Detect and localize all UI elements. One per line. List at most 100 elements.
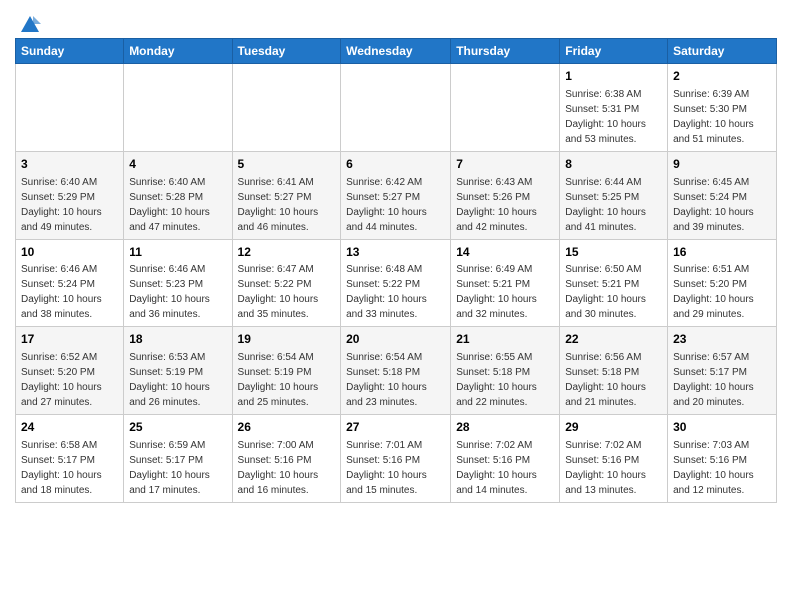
day-info: Sunrise: 6:57 AM Sunset: 5:17 PM Dayligh… bbox=[673, 352, 754, 408]
calendar-cell: 18Sunrise: 6:53 AM Sunset: 5:19 PM Dayli… bbox=[124, 327, 232, 415]
weekday-header-row: SundayMondayTuesdayWednesdayThursdayFrid… bbox=[16, 39, 777, 64]
weekday-header-thursday: Thursday bbox=[451, 39, 560, 64]
calendar-cell: 20 Sunrise: 6:54 AM Sunset: 5:18 PM Dayli… bbox=[341, 327, 451, 415]
day-number: 3 bbox=[21, 156, 118, 173]
day-info: Sunrise: 6:50 AM Sunset: 5:21 PM Dayligh… bbox=[565, 264, 646, 320]
calendar-cell: 1 Sunrise: 6:38 AM Sunset: 5:31 PM Daylig… bbox=[560, 64, 668, 152]
day-info: Sunrise: 6:46 AM Sunset: 5:23 PM Dayligh… bbox=[129, 264, 210, 320]
calendar-cell: 13 Sunrise: 6:48 AM Sunset: 5:22 PM Dayli… bbox=[341, 239, 451, 327]
day-number: 21 bbox=[456, 331, 554, 348]
header-row bbox=[15, 10, 777, 32]
day-info: Sunrise: 6:52 AM Sunset: 5:20 PM Dayligh… bbox=[21, 352, 102, 408]
calendar-cell: 30 Sunrise: 7:03 AM Sunset: 5:16 PM Dayli… bbox=[668, 415, 777, 503]
calendar-cell: 11Sunrise: 6:46 AM Sunset: 5:23 PM Dayli… bbox=[124, 239, 232, 327]
calendar-cell: 14 Sunrise: 6:49 AM Sunset: 5:21 PM Dayli… bbox=[451, 239, 560, 327]
calendar-cell bbox=[16, 64, 124, 152]
day-info: Sunrise: 6:54 AM Sunset: 5:18 PM Dayligh… bbox=[346, 352, 427, 408]
calendar-cell: 23 Sunrise: 6:57 AM Sunset: 5:17 PM Dayli… bbox=[668, 327, 777, 415]
calendar-cell: 16 Sunrise: 6:51 AM Sunset: 5:20 PM Dayli… bbox=[668, 239, 777, 327]
day-info: Sunrise: 7:02 AM Sunset: 5:16 PM Dayligh… bbox=[565, 440, 646, 496]
day-number: 10 bbox=[21, 244, 118, 261]
weekday-header-tuesday: Tuesday bbox=[232, 39, 341, 64]
day-number: 2 bbox=[673, 68, 771, 85]
day-info: Sunrise: 6:48 AM Sunset: 5:22 PM Dayligh… bbox=[346, 264, 427, 320]
day-number: 16 bbox=[673, 244, 771, 261]
calendar-cell: 19 Sunrise: 6:54 AM Sunset: 5:19 PM Dayli… bbox=[232, 327, 341, 415]
day-info: Sunrise: 6:51 AM Sunset: 5:20 PM Dayligh… bbox=[673, 264, 754, 320]
day-number: 30 bbox=[673, 419, 771, 436]
day-number: 6 bbox=[346, 156, 445, 173]
weekday-header-sunday: Sunday bbox=[16, 39, 124, 64]
calendar-cell: 29 Sunrise: 7:02 AM Sunset: 5:16 PM Dayli… bbox=[560, 415, 668, 503]
calendar-cell: 2 Sunrise: 6:39 AM Sunset: 5:30 PM Daylig… bbox=[668, 64, 777, 152]
day-number: 4 bbox=[129, 156, 226, 173]
calendar-cell: 5Sunrise: 6:41 AM Sunset: 5:27 PM Daylig… bbox=[232, 151, 341, 239]
logo-icon bbox=[19, 14, 41, 36]
day-number: 27 bbox=[346, 419, 445, 436]
day-number: 29 bbox=[565, 419, 662, 436]
day-number: 28 bbox=[456, 419, 554, 436]
day-number: 13 bbox=[346, 244, 445, 261]
day-info: Sunrise: 6:44 AM Sunset: 5:25 PM Dayligh… bbox=[565, 177, 646, 233]
day-info: Sunrise: 7:00 AM Sunset: 5:16 PM Dayligh… bbox=[238, 440, 319, 496]
week-row-5: 24 Sunrise: 6:58 AM Sunset: 5:17 PM Dayli… bbox=[16, 415, 777, 503]
day-info: Sunrise: 7:01 AM Sunset: 5:16 PM Dayligh… bbox=[346, 440, 427, 496]
day-info: Sunrise: 6:49 AM Sunset: 5:21 PM Dayligh… bbox=[456, 264, 537, 320]
calendar-cell: 21 Sunrise: 6:55 AM Sunset: 5:18 PM Dayli… bbox=[451, 327, 560, 415]
day-info: Sunrise: 7:02 AM Sunset: 5:16 PM Dayligh… bbox=[456, 440, 537, 496]
day-number: 23 bbox=[673, 331, 771, 348]
day-info: Sunrise: 6:55 AM Sunset: 5:18 PM Dayligh… bbox=[456, 352, 537, 408]
day-number: 15 bbox=[565, 244, 662, 261]
calendar-cell: 24 Sunrise: 6:58 AM Sunset: 5:17 PM Dayli… bbox=[16, 415, 124, 503]
calendar-cell: 28 Sunrise: 7:02 AM Sunset: 5:16 PM Dayli… bbox=[451, 415, 560, 503]
calendar-cell bbox=[341, 64, 451, 152]
weekday-header-wednesday: Wednesday bbox=[341, 39, 451, 64]
day-info: Sunrise: 6:53 AM Sunset: 5:19 PM Dayligh… bbox=[129, 352, 210, 408]
calendar-cell: 15 Sunrise: 6:50 AM Sunset: 5:21 PM Dayli… bbox=[560, 239, 668, 327]
weekday-header-saturday: Saturday bbox=[668, 39, 777, 64]
day-info: Sunrise: 6:47 AM Sunset: 5:22 PM Dayligh… bbox=[238, 264, 319, 320]
day-number: 20 bbox=[346, 331, 445, 348]
day-number: 22 bbox=[565, 331, 662, 348]
calendar-cell bbox=[451, 64, 560, 152]
day-info: Sunrise: 6:38 AM Sunset: 5:31 PM Dayligh… bbox=[565, 89, 646, 145]
weekday-header-friday: Friday bbox=[560, 39, 668, 64]
calendar-cell bbox=[232, 64, 341, 152]
day-info: Sunrise: 6:56 AM Sunset: 5:18 PM Dayligh… bbox=[565, 352, 646, 408]
day-number: 17 bbox=[21, 331, 118, 348]
day-info: Sunrise: 6:58 AM Sunset: 5:17 PM Dayligh… bbox=[21, 440, 102, 496]
day-number: 7 bbox=[456, 156, 554, 173]
logo bbox=[15, 14, 41, 32]
weekday-header-monday: Monday bbox=[124, 39, 232, 64]
day-number: 8 bbox=[565, 156, 662, 173]
day-number: 12 bbox=[238, 244, 336, 261]
day-info: Sunrise: 7:03 AM Sunset: 5:16 PM Dayligh… bbox=[673, 440, 754, 496]
calendar-cell: 9Sunrise: 6:45 AM Sunset: 5:24 PM Daylig… bbox=[668, 151, 777, 239]
calendar-cell: 25 Sunrise: 6:59 AM Sunset: 5:17 PM Dayli… bbox=[124, 415, 232, 503]
week-row-4: 17 Sunrise: 6:52 AM Sunset: 5:20 PM Dayli… bbox=[16, 327, 777, 415]
calendar-cell bbox=[124, 64, 232, 152]
calendar-cell: 4Sunrise: 6:40 AM Sunset: 5:28 PM Daylig… bbox=[124, 151, 232, 239]
calendar-cell: 22 Sunrise: 6:56 AM Sunset: 5:18 PM Dayli… bbox=[560, 327, 668, 415]
day-info: Sunrise: 6:54 AM Sunset: 5:19 PM Dayligh… bbox=[238, 352, 319, 408]
day-number: 1 bbox=[565, 68, 662, 85]
day-number: 25 bbox=[129, 419, 226, 436]
day-info: Sunrise: 6:59 AM Sunset: 5:17 PM Dayligh… bbox=[129, 440, 210, 496]
page-container: SundayMondayTuesdayWednesdayThursdayFrid… bbox=[0, 0, 792, 508]
calendar-cell: 10 Sunrise: 6:46 AM Sunset: 5:24 PM Dayli… bbox=[16, 239, 124, 327]
day-info: Sunrise: 6:40 AM Sunset: 5:29 PM Dayligh… bbox=[21, 177, 102, 233]
day-number: 14 bbox=[456, 244, 554, 261]
day-number: 26 bbox=[238, 419, 336, 436]
day-info: Sunrise: 6:46 AM Sunset: 5:24 PM Dayligh… bbox=[21, 264, 102, 320]
calendar-cell: 8 Sunrise: 6:44 AM Sunset: 5:25 PM Daylig… bbox=[560, 151, 668, 239]
day-info: Sunrise: 6:39 AM Sunset: 5:30 PM Dayligh… bbox=[673, 89, 754, 145]
day-number: 24 bbox=[21, 419, 118, 436]
week-row-2: 3 Sunrise: 6:40 AM Sunset: 5:29 PM Daylig… bbox=[16, 151, 777, 239]
day-number: 19 bbox=[238, 331, 336, 348]
calendar-cell: 12 Sunrise: 6:47 AM Sunset: 5:22 PM Dayli… bbox=[232, 239, 341, 327]
calendar-cell: 7Sunrise: 6:43 AM Sunset: 5:26 PM Daylig… bbox=[451, 151, 560, 239]
calendar-cell: 6Sunrise: 6:42 AM Sunset: 5:27 PM Daylig… bbox=[341, 151, 451, 239]
day-info: Sunrise: 6:45 AM Sunset: 5:24 PM Dayligh… bbox=[673, 177, 754, 233]
calendar-cell: 17 Sunrise: 6:52 AM Sunset: 5:20 PM Dayli… bbox=[16, 327, 124, 415]
week-row-3: 10 Sunrise: 6:46 AM Sunset: 5:24 PM Dayli… bbox=[16, 239, 777, 327]
